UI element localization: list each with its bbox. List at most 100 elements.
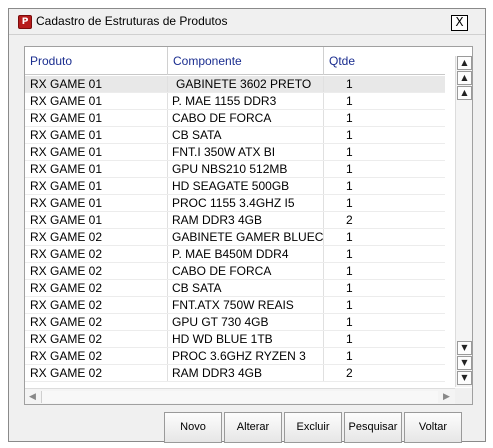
window-title: Cadastro de Estruturas de Produtos [36, 14, 228, 28]
table-row[interactable]: RX GAME 01 CB SATA 1 [25, 127, 445, 144]
cell-qtde: 2 [323, 212, 445, 228]
cell-componente: GABINETE GAMER BLUEC [167, 229, 323, 245]
table-row[interactable]: RX GAME 02 CABO DE FORCA 1 [25, 263, 445, 280]
cell-componente: FNT.I 350W ATX BI [167, 144, 323, 160]
cell-qtde: 1 [323, 76, 445, 92]
scroll-page-up-icon[interactable]: ▲ [457, 71, 472, 85]
cell-produto: RX GAME 01 [30, 128, 103, 142]
cell-produto: RX GAME 02 [30, 247, 103, 261]
horizontal-scrollbar[interactable]: ◀ ▶ [25, 388, 455, 404]
cell-produto: RX GAME 01 [30, 111, 103, 125]
table-row[interactable]: RX GAME 02 P. MAE B450M DDR4 1 [25, 246, 445, 263]
cell-componente: GABINETE 3602 PRETO [167, 76, 323, 92]
scroll-first-icon[interactable]: ▲ [457, 56, 472, 70]
cell-produto: RX GAME 02 [30, 332, 103, 346]
cell-produto: RX GAME 02 [30, 349, 103, 363]
horizontal-scroll-track[interactable] [41, 391, 438, 403]
cell-componente: HD WD BLUE 1TB [167, 331, 323, 347]
cell-qtde: 1 [323, 229, 445, 245]
cell-componente: CABO DE FORCA [167, 263, 323, 279]
cell-produto: RX GAME 02 [30, 366, 103, 380]
scrollbar-corner [455, 388, 472, 404]
cell-produto: RX GAME 01 [30, 213, 103, 227]
cell-produto: RX GAME 02 [30, 281, 103, 295]
table-row[interactable]: RX GAME 02 PROC 3.6GHZ RYZEN 31 [25, 348, 445, 365]
cell-qtde: 1 [323, 161, 445, 177]
table-row[interactable]: RX GAME 02 CB SATA 1 [25, 280, 445, 297]
vertical-scrollbar[interactable]: ▲ ▲ ▲ ▼ ▼ ▼ [455, 56, 472, 387]
scroll-left-icon[interactable]: ◀ [25, 390, 40, 404]
scroll-down-icon[interactable]: ▼ [457, 341, 472, 355]
cell-componente: CB SATA [167, 127, 323, 143]
cell-componente: PROC 1155 3.4GHZ I5 [167, 195, 323, 211]
app-icon: P [18, 15, 32, 29]
novo-button[interactable]: Novo [164, 412, 222, 443]
table-row[interactable]: RX GAME 02 RAM DDR3 4GB 2 [25, 365, 445, 382]
cell-componente: RAM DDR3 4GB [167, 212, 323, 228]
cell-componente: HD SEAGATE 500GB [167, 178, 323, 194]
cell-produto: RX GAME 02 [30, 264, 103, 278]
cell-componente: CABO DE FORCA [167, 110, 323, 126]
close-button[interactable]: X [451, 15, 468, 31]
cell-qtde: 1 [323, 178, 445, 194]
table-row[interactable]: RX GAME 01 P. MAE 1155 DDR3 1 [25, 93, 445, 110]
table-row[interactable]: RX GAME 02 GABINETE GAMER BLUEC 1 [25, 229, 445, 246]
grid-rows: RX GAME 01 GABINETE 3602 PRETO 1 RX GAME 01… [25, 76, 445, 382]
voltar-button[interactable]: Voltar [404, 412, 462, 443]
cell-produto: RX GAME 01 [30, 77, 103, 91]
cell-componente: CB SATA [167, 280, 323, 296]
title-bar: P Cadastro de Estruturas de Produtos X [9, 9, 485, 35]
cell-componente: PROC 3.6GHZ RYZEN 3 [167, 348, 323, 364]
cell-componente: P. MAE B450M DDR4 [167, 246, 323, 262]
cell-qtde: 1 [323, 280, 445, 296]
cell-produto: RX GAME 01 [30, 162, 103, 176]
table-row[interactable]: RX GAME 01 FNT.I 350W ATX BI 1 [25, 144, 445, 161]
pesquisar-button[interactable]: Pesquisar [344, 412, 402, 443]
cell-qtde: 1 [323, 263, 445, 279]
cell-qtde: 1 [323, 246, 445, 262]
table-row[interactable]: RX GAME 01 GABINETE 3602 PRETO 1 [25, 76, 445, 93]
scroll-right-icon[interactable]: ▶ [439, 390, 454, 404]
main-window: P Cadastro de Estruturas de Produtos X P… [8, 8, 486, 443]
cell-qtde: 1 [323, 348, 445, 364]
alterar-button[interactable]: Alterar [224, 412, 282, 443]
table-row[interactable]: RX GAME 02 HD WD BLUE 1TB 1 [25, 331, 445, 348]
cell-produto: RX GAME 01 [30, 145, 103, 159]
cell-produto: RX GAME 02 [30, 230, 103, 244]
cell-qtde: 1 [323, 314, 445, 330]
cell-componente: GPU NBS210 512MB [167, 161, 323, 177]
cell-qtde: 1 [323, 110, 445, 126]
cell-qtde: 1 [323, 144, 445, 160]
table-row[interactable]: RX GAME 01 CABO DE FORCA 1 [25, 110, 445, 127]
cell-componente: FNT.ATX 750W REAIS [167, 297, 323, 313]
scroll-page-down-icon[interactable]: ▼ [457, 356, 472, 370]
cell-produto: RX GAME 01 [30, 196, 103, 210]
cell-produto: RX GAME 02 [30, 315, 103, 329]
column-header-componente[interactable]: Componente [167, 47, 242, 75]
excluir-button[interactable]: Excluir [284, 412, 342, 443]
table-row[interactable]: RX GAME 01 RAM DDR3 4GB 2 [25, 212, 445, 229]
column-header-produto[interactable]: Produto [25, 47, 72, 75]
cell-componente: RAM DDR3 4GB [167, 365, 323, 381]
cell-componente: P. MAE 1155 DDR3 [167, 93, 323, 109]
table-row[interactable]: RX GAME 01 HD SEAGATE 500GB 1 [25, 178, 445, 195]
table-row[interactable]: RX GAME 02 FNT.ATX 750W REAIS 1 [25, 297, 445, 314]
table-row[interactable]: RX GAME 01 GPU NBS210 512MB 1 [25, 161, 445, 178]
cell-produto: RX GAME 02 [30, 298, 103, 312]
cell-qtde: 1 [323, 127, 445, 143]
cell-qtde: 1 [323, 331, 445, 347]
cell-qtde: 1 [323, 195, 445, 211]
cell-qtde: 2 [323, 365, 445, 381]
table-row[interactable]: RX GAME 01 PROC 1155 3.4GHZ I5 1 [25, 195, 445, 212]
cell-componente: GPU GT 730 4GB [167, 314, 323, 330]
cell-produto: RX GAME 01 [30, 179, 103, 193]
cell-produto: RX GAME 01 [30, 94, 103, 108]
table-row[interactable]: RX GAME 02 GPU GT 730 4GB 1 [25, 314, 445, 331]
scroll-up-icon[interactable]: ▲ [457, 86, 472, 100]
structure-grid[interactable]: Produto Componente Qtde RX GAME 01 GABINE… [24, 46, 473, 405]
cell-qtde: 1 [323, 93, 445, 109]
scroll-last-icon[interactable]: ▼ [457, 371, 472, 385]
grid-header: Produto Componente Qtde [25, 47, 445, 75]
cell-qtde: 1 [323, 297, 445, 313]
column-header-qtde[interactable]: Qtde [323, 47, 355, 75]
